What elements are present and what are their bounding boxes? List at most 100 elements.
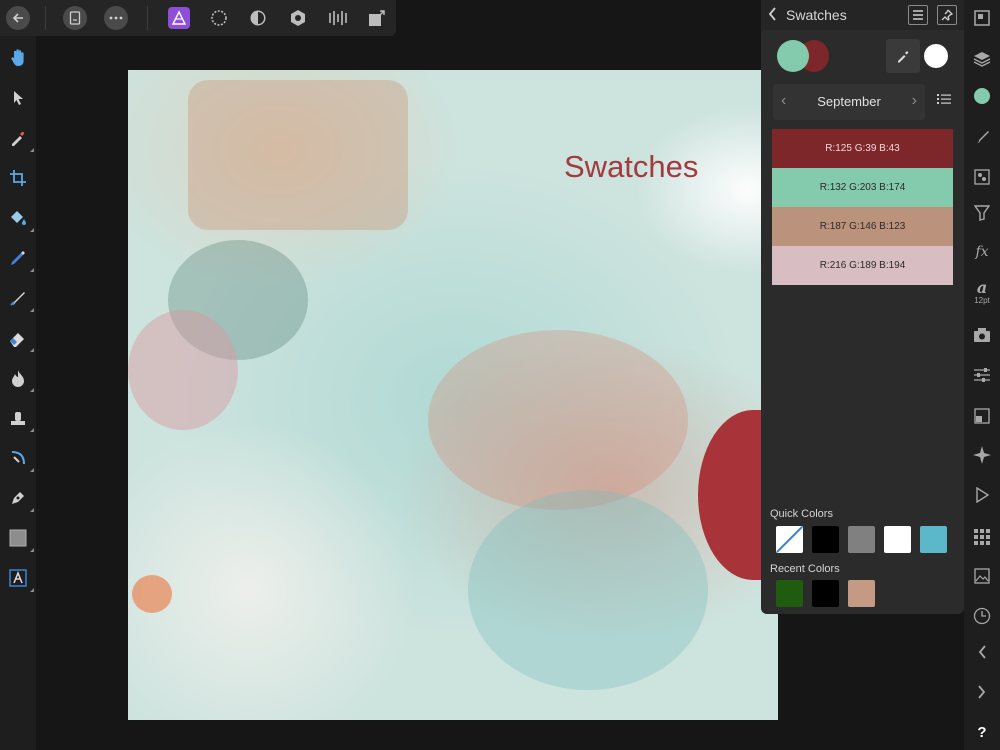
quick-color-swatch[interactable] <box>812 526 839 553</box>
paint-brush-tool[interactable] <box>6 286 34 312</box>
effects-panel-button[interactable]: fx <box>970 240 994 264</box>
snapshots-panel-button[interactable] <box>970 323 994 347</box>
navigator-icon <box>974 408 990 424</box>
submenu-indicator <box>30 388 34 392</box>
texture-patch <box>188 80 408 230</box>
recent-color-swatch[interactable] <box>848 580 875 607</box>
healing-tool[interactable] <box>6 446 34 472</box>
help-button[interactable]: ? <box>970 720 994 744</box>
compass-icon <box>973 446 991 464</box>
channels-panel-button[interactable] <box>970 165 994 189</box>
swatch-item[interactable]: R:187 G:146 B:123 <box>772 207 953 246</box>
recent-color-swatch[interactable] <box>776 580 803 607</box>
more-button[interactable] <box>104 6 128 30</box>
transform-panel-button[interactable] <box>970 6 994 30</box>
color-picker-tool[interactable] <box>6 126 34 152</box>
back-button[interactable] <box>6 6 30 30</box>
fill-color-well[interactable] <box>777 40 809 72</box>
text-icon <box>9 569 27 587</box>
swatch-item[interactable]: R:125 G:39 B:43 <box>772 129 953 168</box>
develop-persona-button[interactable] <box>247 7 269 29</box>
history-panel-button[interactable] <box>970 604 994 628</box>
submenu-indicator <box>30 428 34 432</box>
export-persona-button[interactable] <box>327 7 349 29</box>
stock-panel-button[interactable] <box>970 525 994 549</box>
document-canvas[interactable]: Swatches <box>128 70 778 720</box>
palette-selector[interactable]: ‹ September › <box>773 84 925 120</box>
eyedropper-button[interactable] <box>886 39 920 73</box>
assets-panel-button[interactable] <box>970 564 994 588</box>
document-button[interactable] <box>63 6 87 30</box>
pen-tool[interactable] <box>6 486 34 512</box>
redo-button[interactable] <box>970 680 994 704</box>
flood-fill-tool[interactable] <box>6 206 34 232</box>
color-panel-button[interactable] <box>970 84 994 108</box>
texture-patch <box>128 310 238 430</box>
rectangle-tool[interactable] <box>6 526 34 552</box>
filter-icon <box>974 205 990 221</box>
menu-icon <box>913 10 923 20</box>
dodge-tool[interactable] <box>6 366 34 392</box>
studio-bar: fx a 12pt ? <box>964 0 1000 750</box>
palette-list-button[interactable] <box>937 92 951 106</box>
quick-color-swatch[interactable] <box>884 526 911 553</box>
submenu-indicator <box>30 588 34 592</box>
navigator-panel-button[interactable] <box>970 404 994 428</box>
brushes-panel-button[interactable] <box>970 125 994 149</box>
flower-decoration <box>132 575 172 613</box>
texture-patch <box>468 490 708 690</box>
filters-panel-button[interactable] <box>970 201 994 225</box>
effects-icon: fx <box>975 244 989 260</box>
text-styles-panel-button[interactable]: a 12pt <box>970 277 994 309</box>
selection-brush-icon <box>11 251 25 265</box>
tone-mapping-persona-button[interactable] <box>287 7 309 29</box>
recent-color-swatch[interactable] <box>812 580 839 607</box>
camera-icon <box>974 328 990 342</box>
chevron-right-icon <box>978 685 986 699</box>
swatch-item[interactable]: R:216 G:189 B:194 <box>772 246 953 285</box>
clone-icon <box>11 412 25 425</box>
arrow-left-icon <box>12 13 23 23</box>
color-picker-icon <box>12 131 25 146</box>
panel-back-button[interactable] <box>767 6 783 24</box>
swatch-label: R:132 G:203 B:174 <box>819 182 906 193</box>
swatch-label: R:125 G:39 B:43 <box>825 143 900 154</box>
quick-color-swatch[interactable] <box>920 526 947 553</box>
undo-button[interactable] <box>970 640 994 664</box>
submenu-indicator <box>30 548 34 552</box>
no-color-icon <box>776 526 803 553</box>
liquify-persona-button[interactable] <box>208 7 230 29</box>
hand-tool[interactable] <box>6 46 30 70</box>
selection-brush-tool[interactable] <box>6 246 34 272</box>
macros-panel-button[interactable] <box>970 483 994 507</box>
panel-pin-button[interactable] <box>937 5 957 25</box>
adjustments-panel-button[interactable] <box>970 363 994 387</box>
layers-panel-button[interactable] <box>970 47 994 71</box>
submenu-indicator <box>30 308 34 312</box>
rectangle-icon <box>9 529 27 547</box>
brushes-icon <box>976 131 989 143</box>
canvas-title-text: Swatches <box>564 149 699 184</box>
picked-color-well[interactable] <box>924 44 948 68</box>
clone-tool[interactable] <box>6 406 34 432</box>
crop-tool[interactable] <box>6 166 30 190</box>
erase-brush-icon <box>10 333 24 347</box>
quick-color-swatch[interactable] <box>848 526 875 553</box>
paint-brush-icon <box>10 292 25 306</box>
adjustments-icon <box>974 368 990 382</box>
photo-persona-button[interactable] <box>168 7 190 29</box>
export-button[interactable] <box>366 7 388 29</box>
symbols-panel-button[interactable] <box>970 443 994 467</box>
erase-brush-tool[interactable] <box>6 326 34 352</box>
swatch-item[interactable]: R:132 G:203 B:174 <box>772 168 953 207</box>
text-tool[interactable] <box>6 566 34 592</box>
more-icon <box>109 16 123 20</box>
submenu-indicator <box>30 268 34 272</box>
quick-color-none[interactable] <box>776 526 803 553</box>
grid-icon <box>974 529 990 545</box>
tone-curve-icon <box>329 11 347 25</box>
panel-menu-button[interactable] <box>908 5 928 25</box>
move-tool[interactable] <box>6 86 30 110</box>
palette-next-button[interactable]: › <box>912 92 917 110</box>
color-icon <box>974 88 990 104</box>
